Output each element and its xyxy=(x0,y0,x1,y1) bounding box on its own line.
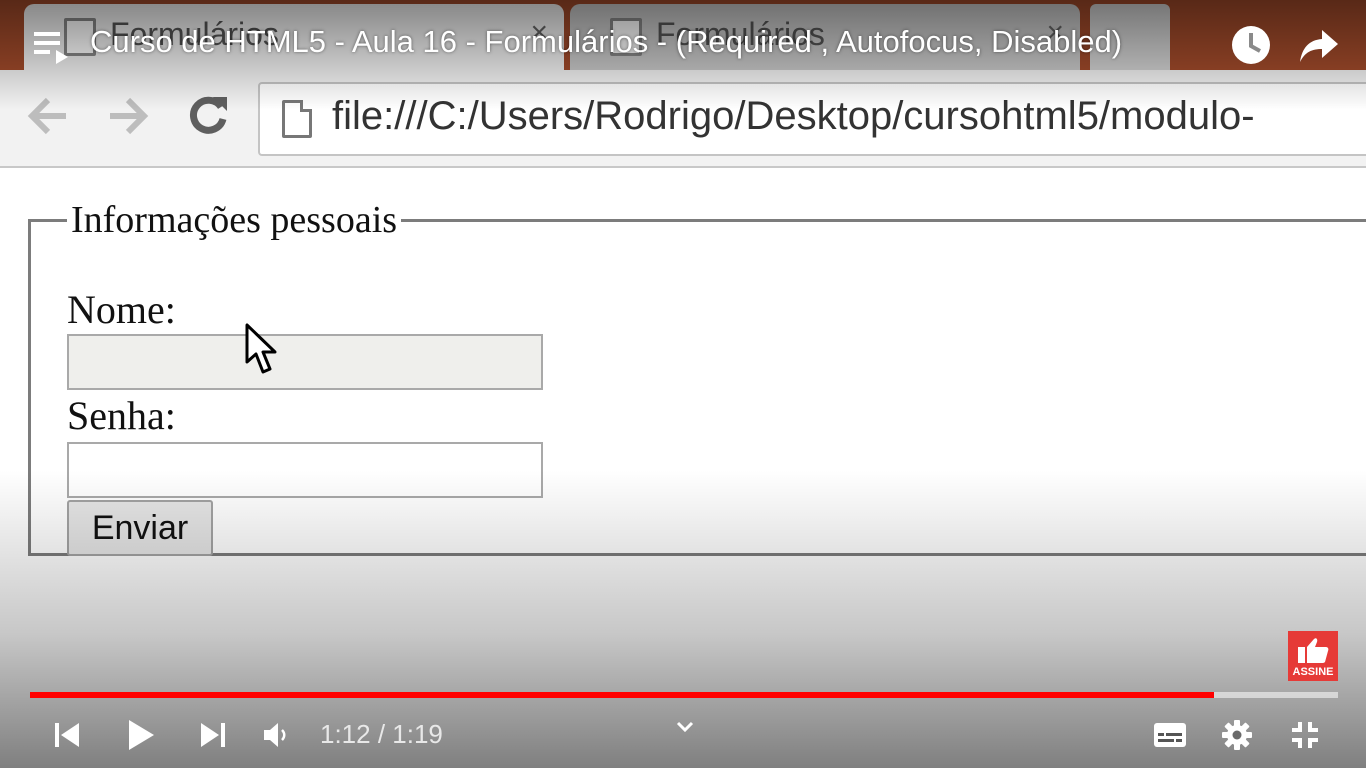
forward-button[interactable] xyxy=(100,88,156,144)
nome-input[interactable] xyxy=(67,334,543,390)
browser-toolbar: file:///C:/Users/Rodrigo/Desktop/cursoht… xyxy=(0,70,1366,168)
progress-bar[interactable] xyxy=(30,692,1338,698)
nome-label: Nome: xyxy=(67,287,176,332)
fieldset-legend: Informações pessoais xyxy=(71,199,398,241)
enviar-button[interactable]: Enviar xyxy=(67,500,213,556)
volume-button[interactable] xyxy=(258,712,294,758)
next-icon xyxy=(201,723,225,747)
volume-icon xyxy=(264,723,286,747)
gear-icon xyxy=(1222,720,1252,750)
reload-button[interactable] xyxy=(180,88,236,144)
mouse-cursor-icon xyxy=(245,323,277,374)
personal-info-fieldset: Informações pessoais Nome: Senha: Enviar xyxy=(28,198,1366,556)
settings-button[interactable] xyxy=(1218,712,1256,758)
thumbs-up-icon xyxy=(1298,638,1329,663)
subscribe-label: ASSINE xyxy=(1292,666,1334,678)
share-icon[interactable] xyxy=(1298,26,1340,66)
back-button[interactable] xyxy=(20,88,76,144)
arrow-right-icon xyxy=(110,97,149,135)
exit-fullscreen-icon xyxy=(1292,722,1318,748)
arrow-left-icon xyxy=(27,97,66,135)
next-button[interactable] xyxy=(192,712,232,758)
more-videos-button[interactable] xyxy=(672,712,698,742)
play-icon xyxy=(129,720,154,750)
exit-fullscreen-button[interactable] xyxy=(1286,712,1324,758)
progress-played xyxy=(30,692,1214,698)
chevron-down-icon xyxy=(676,721,694,733)
web-page: Informações pessoais Nome: Senha: Enviar xyxy=(0,168,1366,768)
url-text: file:///C:/Users/Rodrigo/Desktop/cursoht… xyxy=(332,94,1255,138)
previous-icon xyxy=(55,723,79,747)
play-button[interactable] xyxy=(120,712,162,758)
address-bar[interactable]: file:///C:/Users/Rodrigo/Desktop/cursoht… xyxy=(258,82,1366,156)
playlist-icon[interactable] xyxy=(32,26,72,66)
previous-button[interactable] xyxy=(48,712,88,758)
video-title[interactable]: Curso de HTML5 - Aula 16 - Formulários -… xyxy=(90,24,1122,60)
watch-later-icon[interactable] xyxy=(1230,24,1272,66)
senha-label: Senha: xyxy=(67,393,176,438)
reload-icon xyxy=(189,96,227,134)
subtitles-button[interactable] xyxy=(1150,712,1190,758)
subtitles-icon xyxy=(1154,723,1186,747)
page-icon xyxy=(282,100,312,138)
subscribe-watermark[interactable]: ASSINE xyxy=(1288,631,1338,681)
time-display: 1:12 / 1:19 xyxy=(320,719,443,749)
senha-input[interactable] xyxy=(67,442,543,498)
